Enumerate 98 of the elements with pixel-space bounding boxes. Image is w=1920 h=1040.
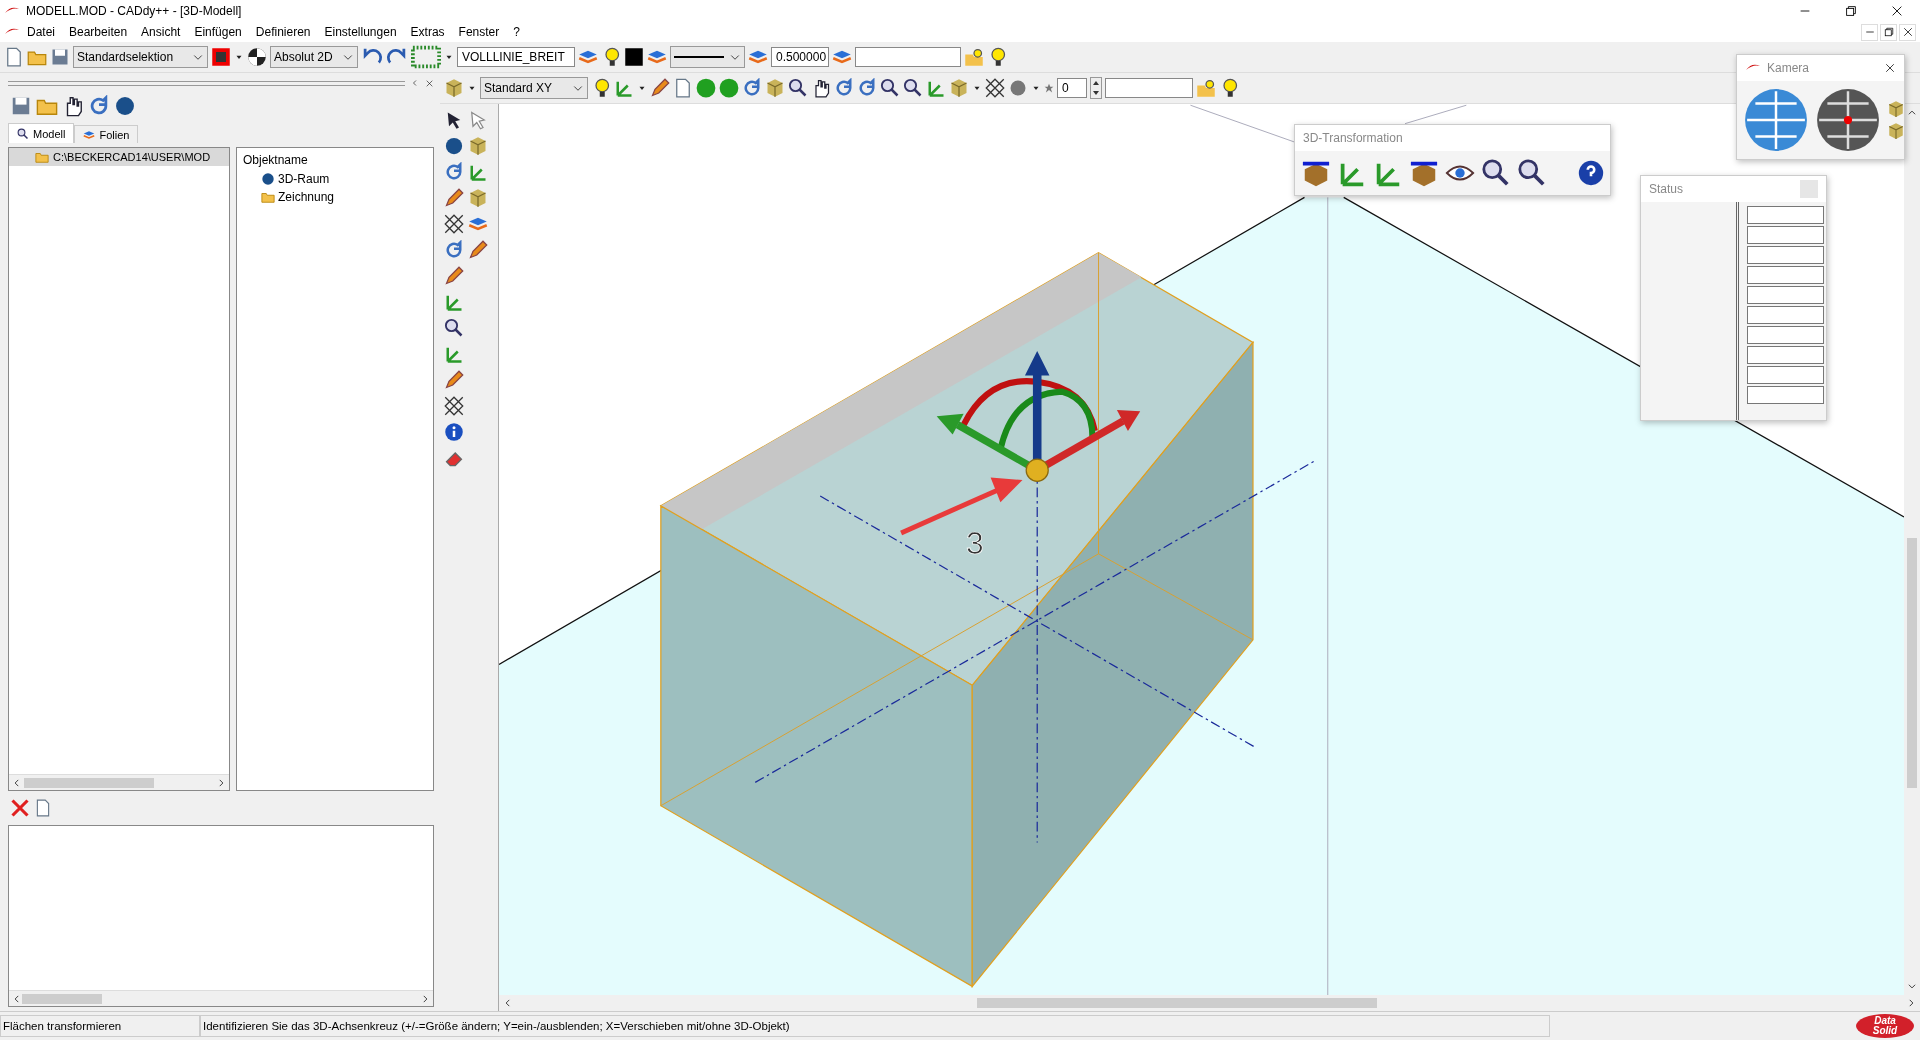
globe-icon[interactable]: [1815, 87, 1881, 153]
sphere-icon[interactable]: [114, 95, 136, 117]
panel-tab[interactable]: Folien: [74, 125, 139, 143]
cube-icon[interactable]: [468, 188, 488, 208]
info-icon[interactable]: [444, 422, 464, 442]
axis-gizmo-drawing[interactable]: [936, 351, 1141, 482]
line-width-field[interactable]: 0.500000: [771, 47, 829, 67]
hatch-icon[interactable]: [985, 78, 1005, 98]
folder-icon: [35, 150, 49, 164]
view-dropdown[interactable]: Standard XY: [480, 77, 588, 99]
panel-title: Kamera: [1767, 61, 1810, 75]
text-field[interactable]: [855, 47, 961, 67]
circle-icon[interactable]: [719, 78, 739, 98]
number-field[interactable]: 0: [1057, 78, 1087, 98]
star-icon[interactable]: [1044, 83, 1054, 93]
rotate-icon[interactable]: [834, 78, 854, 98]
folder-icon[interactable]: [964, 47, 984, 67]
column-header: Objektname: [242, 152, 309, 169]
pencil-icon[interactable]: [444, 266, 464, 286]
rotate-icon[interactable]: [444, 162, 464, 182]
menu-item[interactable]: Einstellungen: [317, 22, 404, 42]
tree-item[interactable]: C:\BECKERCAD14\USER\MOD: [9, 148, 229, 166]
pencil-icon[interactable]: [650, 78, 670, 98]
menu-item[interactable]: Bearbeiten: [62, 22, 135, 42]
menu-item[interactable]: Fenster: [451, 22, 507, 42]
cube-icon[interactable]: [468, 136, 488, 156]
delete-icon[interactable]: [10, 798, 30, 818]
panel-title: 3D-Transformation: [1303, 131, 1403, 145]
menu-item[interactable]: Einfügen: [187, 22, 249, 42]
object-item[interactable]: 3D-Raum: [278, 172, 330, 186]
cube-icon[interactable]: [949, 78, 969, 98]
cube-icon[interactable]: [765, 78, 785, 98]
menu-item[interactable]: Ansicht: [134, 22, 188, 42]
circle-icon[interactable]: [696, 78, 716, 98]
rotate-icon[interactable]: [444, 240, 464, 260]
close-icon[interactable]: [425, 78, 434, 88]
spinner-icon[interactable]: [1090, 77, 1102, 99]
orbit-icon[interactable]: [742, 78, 762, 98]
menu-item[interactable]: Definieren: [248, 22, 318, 42]
scrollbar[interactable]: [9, 990, 433, 1006]
folder-icon[interactable]: [1196, 78, 1216, 98]
status-hint: Identifizieren Sie das 3D-Achsenkreuz (+/-=Größe ändern; Y=ein-/ausblenden; X=Verschieben mit/ohne 3D-Objekt): [200, 1015, 1550, 1037]
menu-item[interactable]: Extras: [403, 22, 452, 42]
menu-item[interactable]: ?: [506, 22, 527, 42]
restore-button[interactable]: [1880, 23, 1897, 41]
line-type-field[interactable]: VOLLLINIE_BREIT: [457, 47, 575, 67]
selection-icon[interactable]: [211, 47, 231, 67]
panel-title: Status: [1649, 182, 1684, 196]
object-item[interactable]: Zeichnung: [278, 190, 335, 204]
sphere-icon: [261, 172, 275, 186]
cube-icon[interactable]: [444, 78, 464, 98]
rotate-icon[interactable]: [857, 78, 877, 98]
close-icon: [1901, 26, 1914, 38]
cube-icon[interactable]: [1887, 100, 1905, 118]
pencil-icon[interactable]: [444, 188, 464, 208]
close-button[interactable]: [1899, 23, 1916, 41]
scrollbar[interactable]: [9, 774, 229, 790]
window-title: MODELL.MOD - CADdy++ - [3D-Modell]: [26, 4, 242, 18]
scrollbar-thumb[interactable]: [24, 777, 154, 788]
restore-icon: [1844, 4, 1858, 18]
magnifier-icon: [17, 127, 29, 140]
page-icon[interactable]: [673, 78, 693, 98]
zoom-icon[interactable]: [880, 78, 900, 98]
folder-icon: [261, 190, 275, 204]
zoom-icon[interactable]: [788, 78, 808, 98]
coordinate-dropdown[interactable]: Absolut 2D: [270, 46, 358, 68]
pencil-icon[interactable]: [468, 240, 488, 260]
refresh-icon[interactable]: [88, 95, 110, 117]
save-icon[interactable]: [50, 47, 70, 67]
scrollbar-thumb[interactable]: [1907, 538, 1917, 788]
hatch-icon[interactable]: [444, 214, 464, 234]
color-swatch-icon[interactable]: [624, 47, 644, 67]
layers-icon: [83, 128, 96, 141]
magnifier-icon[interactable]: [444, 318, 464, 338]
help-icon[interactable]: [1578, 160, 1604, 186]
menu-item[interactable]: Datei: [20, 22, 62, 42]
hatch-icon[interactable]: [444, 396, 464, 416]
line-style-dropdown[interactable]: [670, 46, 745, 68]
new-file-icon[interactable]: [4, 47, 24, 67]
close-icon: [1890, 4, 1904, 18]
zoom-icon[interactable]: [903, 78, 923, 98]
scrollbar-thumb[interactable]: [977, 998, 1377, 1008]
panel-tab[interactable]: Modell: [8, 123, 75, 143]
close-icon[interactable]: [1884, 62, 1896, 74]
line-sample-icon: [674, 55, 724, 59]
pencil-icon[interactable]: [444, 370, 464, 390]
annotation-number: 3: [966, 524, 984, 561]
restore-icon: [1882, 26, 1895, 38]
scrollbar-thumb[interactable]: [22, 993, 102, 1004]
ball-icon[interactable]: [247, 47, 267, 67]
sphere-icon[interactable]: [444, 136, 464, 156]
selection-dropdown[interactable]: Standardselektion: [73, 46, 208, 68]
status-mode: Flächen transformieren: [0, 1015, 200, 1037]
cube-icon[interactable]: [1887, 122, 1905, 140]
text-field[interactable]: [1105, 78, 1193, 98]
globe-icon[interactable]: [1743, 87, 1809, 153]
company-logo: Data Solid: [1856, 1014, 1914, 1038]
sphere-icon[interactable]: [1008, 78, 1028, 98]
